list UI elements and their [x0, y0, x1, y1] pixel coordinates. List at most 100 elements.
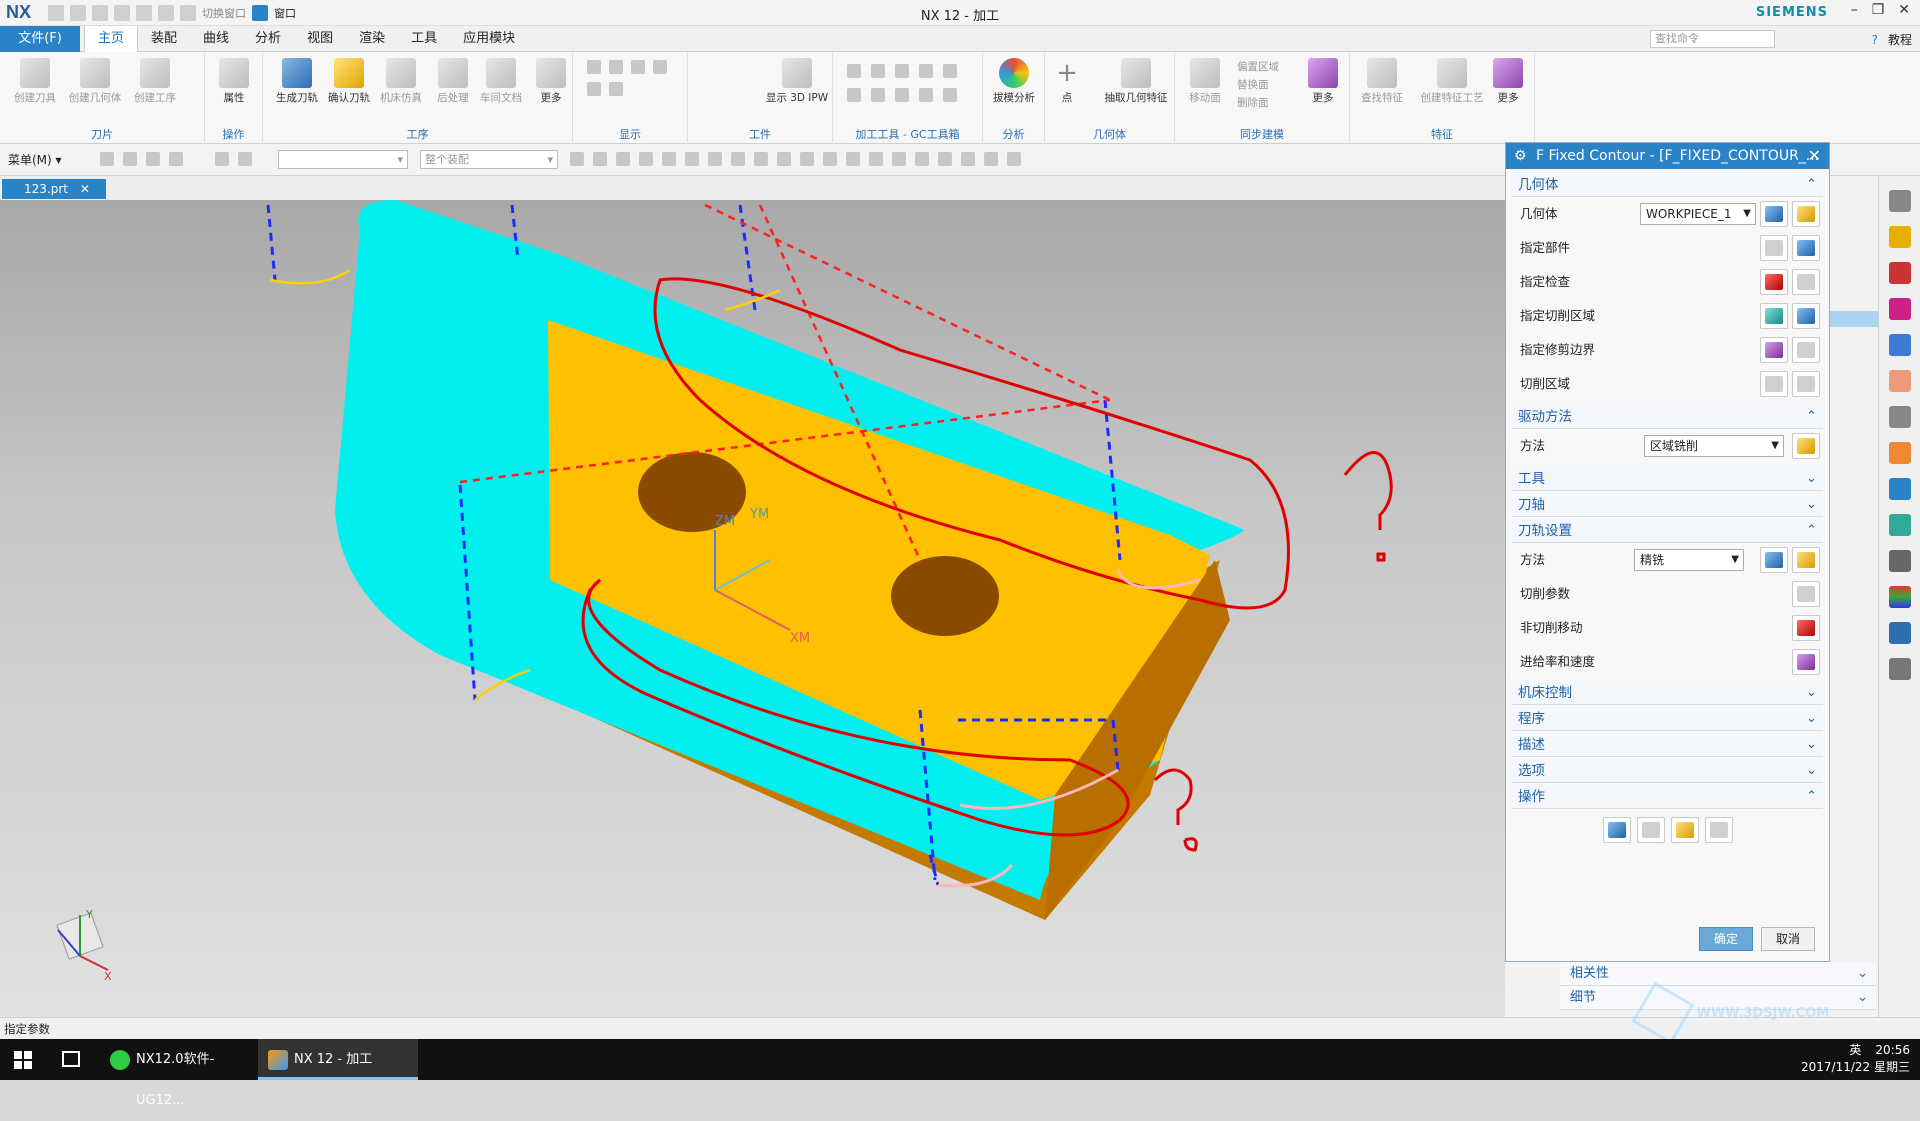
view-icon[interactable]: [961, 152, 975, 166]
graphics-viewport[interactable]: YM XM ZM Y X: [0, 200, 1505, 1017]
system-scene-icon[interactable]: [1888, 658, 1911, 680]
cutting-parameters-button[interactable]: [1792, 581, 1820, 607]
create-geometry-button[interactable]: 创建几何体: [65, 58, 125, 105]
non-cutting-moves-button[interactable]: [1792, 615, 1820, 641]
show-3d-ipw-button[interactable]: 显示 3D IPW: [762, 58, 832, 105]
gc-tool-icon[interactable]: [871, 88, 885, 102]
actions-header[interactable]: 操作 ⌃: [1512, 785, 1823, 809]
filter-icon[interactable]: [100, 152, 114, 166]
geometry-select[interactable]: WORKPIECE_1 ▼: [1640, 203, 1756, 225]
display-trim-boundary-button[interactable]: [1792, 337, 1820, 363]
touch-mode-icon[interactable]: [180, 5, 196, 21]
copy-icon[interactable]: [114, 5, 130, 21]
filter-icon[interactable]: [215, 152, 229, 166]
edit-drive-method-button[interactable]: [1792, 433, 1820, 459]
close-icon[interactable]: ✕: [1898, 2, 1910, 18]
verify-toolpath-button[interactable]: 确认刀轨: [319, 58, 379, 105]
machine-tool-icon[interactable]: [1888, 262, 1911, 284]
path-method-select[interactable]: 精铣 ▼: [1634, 549, 1744, 571]
gc-tool-icon[interactable]: [847, 88, 861, 102]
clock-time[interactable]: 20:56: [1875, 1043, 1910, 1057]
more-sync-button[interactable]: 更多: [1293, 58, 1353, 105]
tab-assembly[interactable]: 装配: [138, 26, 190, 52]
view-icon[interactable]: [938, 152, 952, 166]
edit-geometry-button[interactable]: [1792, 201, 1820, 227]
tool-section-header[interactable]: 工具 ⌄: [1512, 467, 1823, 491]
machine-control-header[interactable]: 机床控制 ⌄: [1512, 681, 1823, 705]
view-icon[interactable]: [1007, 152, 1021, 166]
find-feature-button[interactable]: 查找特征: [1352, 58, 1412, 105]
save-icon[interactable]: [48, 5, 64, 21]
cancel-button[interactable]: 取消: [1761, 927, 1815, 951]
specify-check-button[interactable]: [1760, 269, 1788, 295]
gear-icon[interactable]: ⚙: [1514, 143, 1527, 169]
specify-trim-boundary-button[interactable]: [1760, 337, 1788, 363]
cut-icon[interactable]: [92, 5, 108, 21]
display-line-icon[interactable]: [609, 82, 623, 96]
generate-button[interactable]: [1602, 817, 1631, 843]
snap-icon[interactable]: [639, 152, 653, 166]
dependencies-row[interactable]: 相关性 ⌄: [1560, 962, 1876, 986]
snap-icon[interactable]: [731, 152, 745, 166]
type-filter-combo[interactable]: ▾: [278, 150, 408, 169]
history-icon[interactable]: [1888, 442, 1911, 464]
tab-home[interactable]: 主页: [84, 26, 139, 52]
filter-icon[interactable]: [146, 152, 160, 166]
dialog-title-bar[interactable]: ⚙ F Fixed Contour - [F_FIXED_CONTOUR_...…: [1506, 143, 1829, 169]
list-button[interactable]: [1704, 817, 1733, 843]
geometry-section-header[interactable]: 几何体 ⌃: [1512, 173, 1823, 197]
snap-icon[interactable]: [616, 152, 630, 166]
filter-icon[interactable]: [123, 152, 137, 166]
paste-icon[interactable]: [136, 5, 152, 21]
close-tab-icon[interactable]: ✕: [80, 182, 90, 196]
view-icon[interactable]: [800, 152, 814, 166]
tutorial-link[interactable]: 教程: [1888, 31, 1912, 48]
tab-analysis[interactable]: 分析: [242, 26, 294, 52]
assembly-navigator-icon[interactable]: [1888, 334, 1911, 356]
gc-tool-icon[interactable]: [943, 88, 957, 102]
machine-simulation-button[interactable]: 机床仿真: [371, 58, 431, 105]
delete-face-button[interactable]: 删除面: [1237, 94, 1279, 112]
gc-tool-icon[interactable]: [895, 88, 909, 102]
view-icon[interactable]: [915, 152, 929, 166]
specify-cut-area-button[interactable]: [1760, 303, 1788, 329]
windows-start-icon[interactable]: [14, 1051, 32, 1069]
move-face-button[interactable]: 移动面: [1175, 58, 1235, 105]
clock-icon[interactable]: [1888, 550, 1911, 572]
snap-icon[interactable]: [662, 152, 676, 166]
create-operation-button[interactable]: 创建工序: [125, 58, 185, 105]
display-part-button[interactable]: [1792, 235, 1820, 261]
view-icon[interactable]: [984, 152, 998, 166]
display-color-icon[interactable]: [587, 82, 601, 96]
manufacturing-wizard-icon[interactable]: [1888, 514, 1911, 536]
tab-applications[interactable]: 应用模块: [450, 26, 528, 52]
settings-icon[interactable]: [1888, 190, 1911, 212]
display-check-button[interactable]: [1792, 269, 1820, 295]
generate-toolpath-button[interactable]: 生成刀轨: [267, 58, 327, 105]
cut-region-button[interactable]: [1760, 371, 1788, 397]
program-header[interactable]: 程序 ⌄: [1512, 707, 1823, 731]
taskbar-item-browser[interactable]: NX12.0软件-UG12...: [100, 1039, 256, 1108]
operation-navigator-icon[interactable]: [1888, 226, 1911, 248]
replay-button[interactable]: [1636, 817, 1665, 843]
view-icon[interactable]: [869, 152, 883, 166]
display-cut-area-button[interactable]: [1792, 303, 1820, 329]
process-studio-icon[interactable]: [1888, 478, 1911, 500]
role-icon[interactable]: [1888, 622, 1911, 644]
gc-tool-icon[interactable]: [895, 64, 909, 78]
more-operation-button[interactable]: 更多: [521, 58, 581, 105]
display-path-icon[interactable]: [631, 60, 645, 74]
web-browser-icon[interactable]: [1888, 406, 1911, 428]
menu-dropdown[interactable]: 菜单(M) ▾: [8, 151, 62, 168]
palette-icon[interactable]: [1888, 586, 1911, 608]
tab-tools[interactable]: 工具: [398, 26, 450, 52]
view-icon[interactable]: [892, 152, 906, 166]
snap-icon[interactable]: [593, 152, 607, 166]
part-navigator-icon[interactable]: [1888, 298, 1911, 320]
edit-method-button[interactable]: [1792, 547, 1820, 573]
snap-icon[interactable]: [685, 152, 699, 166]
display-geometry-icon[interactable]: [609, 60, 623, 74]
view-icon[interactable]: [846, 152, 860, 166]
ok-button[interactable]: 确定: [1699, 927, 1753, 951]
help-icon[interactable]: ?: [1872, 33, 1878, 47]
